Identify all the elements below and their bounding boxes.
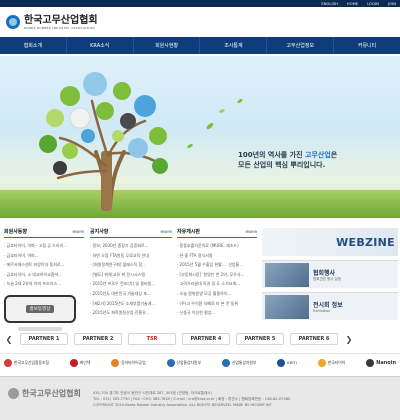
panel-free-board: 자유게시판 more · 용용호를가운이료 (MURE, 캐조드) · 한·중 F… [177,228,257,318]
list-item[interactable]: · [제2기] 2015년도 소재부품기술개... [90,299,172,309]
webzine-label: WEBZINE [336,235,395,249]
logo-mark-icon [277,358,286,367]
promo-video-box[interactable]: 홍보동영상 [4,295,76,323]
list-item[interactable]: · 금호타이어, 어파... [4,251,84,261]
panel-member-news: 회원사동향 more · 금호타이어, 이파 · 고점 공 드라이... · 금호… [4,228,84,289]
nav-industry-info[interactable]: 고무산업정보 [267,37,335,54]
partner-logo[interactable]: TSR [128,333,176,345]
hero-tagline: 100년의 역사를 가진 고무산업은 모든 산업의 핵심 뿌리입니다. [238,150,398,170]
footer-logo-icon [8,388,19,399]
link-english[interactable]: ENGLISH [321,2,338,6]
divider [90,237,172,238]
webzine-banner[interactable]: WEBZINE [262,228,398,256]
partner-logo[interactable]: PARTNER 2 [74,333,122,345]
divider [177,237,257,238]
panel-title-members: 회원사동향 [4,229,28,235]
partner-carousel: ❮ PARTNER 1 PARTNER 2 TSR PARTNER 4 PART… [0,331,400,347]
list-item[interactable]: · 2015년도 대한민국 기술대상 포... [90,289,172,299]
partner-logo[interactable]: PARTNER 1 [20,333,68,345]
nav-statistics[interactable]: 조사통계 [200,37,268,54]
association-logo[interactable]: 화인텍 [69,358,90,367]
logo-mark-icon [317,358,326,367]
carousel-next-icon[interactable]: ❯ [344,335,354,344]
logo-mark-icon [111,358,120,367]
more-link-notice[interactable]: more [160,229,172,234]
footer-logo-text: 한국고무산업협회 [22,389,81,398]
logo-mark-icon [221,358,230,367]
list-item[interactable]: · 신중규 이성한 평업... [177,308,257,318]
nav-about[interactable]: 협회소개 [0,37,67,54]
association-logo[interactable]: 동아타이어공업 [111,358,146,367]
list-item[interactable]: · 하반 오점 FTA원동 무료교육 안내 [90,251,172,261]
utility-links: ENGLISH HOME LOGIN JOIN [321,0,396,7]
list-item[interactable]: · [회원정책연구회] 플레스틱 참.. [90,260,172,270]
partner-logo[interactable]: PARTNER 4 [182,333,230,345]
logo-english: KOREA RUBBER INDUSTRY ASSOCIATION [24,25,95,30]
list-item[interactable]: · [부동화시장] '원양안 연 2억, 무우사... [177,270,257,280]
hero-line2: 모든 산업의 핵심 뿌리입니다. [238,161,326,169]
nav-members[interactable]: 회원사현황 [134,37,201,54]
association-logo[interactable]: 한국고무산업협동조합 [4,358,49,367]
list-item[interactable]: · (주)고 우이환 자폐로 타 본 컨 동위 [177,299,257,309]
events-subtitle: 협회관련 행사 일정 [313,276,341,281]
exhibition-title: 전시회 정보 [313,302,343,309]
logo-mark-icon [166,358,175,367]
events-thumbnail [265,262,309,287]
panel-notice: 공지사항 more · 정보, 2030년 중장기 검증회로... · 하반 오점… [90,228,172,318]
association-logo[interactable]: 한국타이어 [317,358,345,367]
carousel-prev-icon[interactable]: ❮ [4,335,14,344]
list-item[interactable]: · 2015년 5월 수출입 현황 ... 산업통... [177,260,257,270]
nav-news[interactable]: KRA소식 [67,37,134,54]
exhibition-card[interactable]: 전시회 정보 Exhibition [262,292,398,320]
footer-logo: 한국고무산업협회 [8,388,81,399]
link-home[interactable]: HOME [347,2,358,6]
list-item[interactable]: · 정보, 2030년 중장기 검증회로... [90,241,172,251]
link-join[interactable]: JOIN [388,2,396,6]
association-logo[interactable]: Nanoin [366,358,396,367]
list-item[interactable]: · 금호타이어, 소 대코하이교환약... [4,270,84,280]
hero-line1: 100년의 역사를 가진 고무산업은 [238,151,338,159]
nav-community[interactable]: 커뮤니티 [334,37,400,54]
list-item[interactable]: · 금호타이어, 이파 · 고점 공 드라이... [4,241,84,251]
association-logo[interactable]: KRITI [277,358,297,367]
association-logos: 한국고무산업협동조합 화인텍 동아타이어공업 산업통상자원부 산업통상자원부 K… [0,353,400,371]
promo-video-label: 홍보동영상 [25,305,55,313]
list-item[interactable]: · 오늘 원위원영 모공 활용하이... [177,289,257,299]
list-item[interactable]: · 용용호를가운이료 (MURE, 캐조드) [177,241,257,251]
hero-tree-illustration [39,72,243,211]
site-logo[interactable]: 한국고무산업협회 KOREA RUBBER INDUSTRY ASSOCIATI… [6,11,98,33]
list-item[interactable]: · 녹슬 2대 2유의 이마 프조이스... [4,279,84,289]
main-nav: 협회소개 KRA소식 회원사현황 조사통계 고무산업정보 커뮤니티 [0,37,400,54]
footer-info: 431-700 경기도 안양시 동안구 시민대로 287, 503호 (관양동,… [93,390,393,408]
list-item[interactable]: · 2015년도 화학원정산업 진흥유... [90,308,172,318]
footer-copyright: COPYRIGHT 2014 Korea Rubber Industry Ass… [93,403,272,407]
list-item[interactable]: · 2015년 프로우 컨조(치) 일 용비방... [90,279,172,289]
exhibition-thumbnail [265,294,309,319]
events-title: 협회행사 [313,269,336,277]
association-logo-icon [6,15,20,29]
list-item[interactable]: · [별도] 위해 교유 위 전시시스템 [90,270,172,280]
partner-logo[interactable]: PARTNER 6 [290,333,338,345]
panel-title-notice: 공지사항 [90,229,109,235]
logo-mark-icon [366,358,375,367]
logo-mark-icon [69,358,78,367]
panel-title-free-board: 자유게시판 [177,229,201,235]
divider [4,237,84,238]
association-logo[interactable]: 산업통상자원부 [221,358,256,367]
association-logo[interactable]: 산업통상자원부 [166,358,201,367]
list-item[interactable]: · 고려가라설대 직권 징 도 소가요개... [177,279,257,289]
link-login[interactable]: LOGIN [367,2,379,6]
logo-mark-icon [4,358,12,367]
more-link-free-board[interactable]: more [245,229,257,234]
more-link-members[interactable]: more [72,229,84,234]
exhibition-subtitle: Exhibition [313,309,331,313]
logo-korean: 한국고무산업협회 [24,14,98,26]
list-item[interactable]: · 에르서에스센트 프랑이자 동처로... [4,260,84,270]
partner-logo[interactable]: PARTNER 5 [236,333,284,345]
events-card[interactable]: 협회행사 협회관련 행사 일정 [262,260,398,288]
list-item[interactable]: · 한·중 FTA 정식서명 [177,251,257,261]
